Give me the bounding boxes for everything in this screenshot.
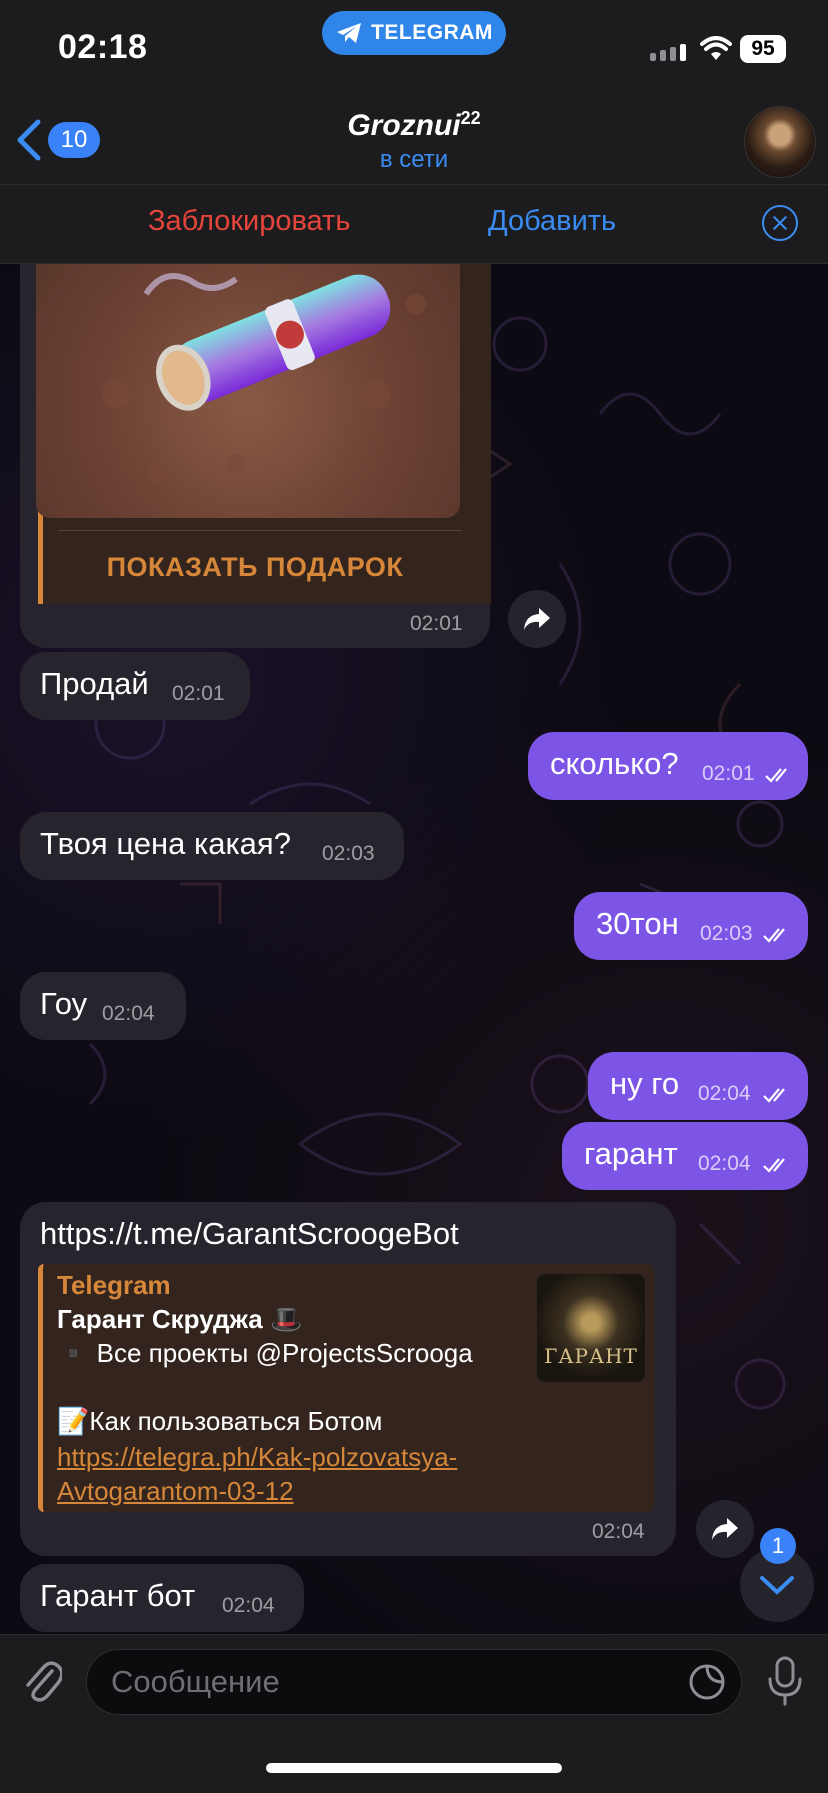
telegram-pill[interactable]: TELEGRAM xyxy=(322,11,506,55)
read-ticks-icon xyxy=(763,1158,785,1173)
contact-action-bar: Заблокировать Добавить xyxy=(0,185,828,264)
close-icon[interactable] xyxy=(762,205,798,241)
message-text: 30тон xyxy=(596,906,679,941)
thumbnail-logo-text: ГАРАНТ xyxy=(544,1344,638,1368)
message-outgoing[interactable]: ну го 02:04 xyxy=(588,1052,808,1120)
message-input[interactable] xyxy=(86,1649,742,1715)
message-text: Гоу xyxy=(40,986,88,1021)
cigar-gift-icon xyxy=(102,273,426,482)
message-outgoing[interactable]: сколько? 02:01 xyxy=(528,732,808,800)
message-time: 02:04 xyxy=(592,1520,645,1543)
message-incoming[interactable]: Гоу 02:04 xyxy=(20,972,186,1040)
sticker-icon[interactable] xyxy=(688,1663,726,1701)
contact-name-sup: 22 xyxy=(460,108,481,128)
message-time: 02:03 xyxy=(322,842,375,865)
add-contact-button[interactable]: Добавить xyxy=(488,205,616,238)
link-message[interactable]: https://t.me/GarantScroogeBot Telegram Г… xyxy=(20,1202,676,1556)
message-text: Гарант бот xyxy=(40,1578,196,1613)
forward-arrow-icon xyxy=(712,1518,738,1540)
forward-button[interactable] xyxy=(696,1500,754,1558)
link-url[interactable]: https://t.me/GarantScroogeBot xyxy=(40,1216,459,1252)
clock: 02:18 xyxy=(58,28,148,66)
message-time: 02:01 xyxy=(702,762,755,785)
preview-title: Гарант Скруджа 🎩 xyxy=(57,1304,303,1334)
read-ticks-icon xyxy=(763,928,785,943)
message-text: сколько? xyxy=(550,746,679,781)
contact-name[interactable]: Groznui22 xyxy=(0,108,828,143)
home-indicator xyxy=(266,1763,562,1773)
message-time: 02:04 xyxy=(698,1082,751,1105)
forward-button[interactable] xyxy=(508,590,566,648)
chevron-down-icon xyxy=(760,1576,794,1595)
chat-header: 10 Groznui22 в сети xyxy=(0,96,828,185)
forward-arrow-icon xyxy=(524,608,550,630)
preview-description-line: 📝Как пользоваться Ботом xyxy=(57,1406,383,1436)
preview-link[interactable]: https://telegra.ph/Kak-polzovatsya-Avtog… xyxy=(57,1440,517,1508)
message-text: Продай xyxy=(40,666,149,701)
contact-status: в сети xyxy=(379,146,449,173)
preview-description-line: ▪️ Все проекты @ProjectsScrooga xyxy=(57,1338,473,1368)
read-ticks-icon xyxy=(763,1088,785,1103)
message-time: 02:04 xyxy=(222,1594,275,1617)
show-gift-button[interactable]: ПОКАЗАТЬ ПОДАРОК xyxy=(40,552,470,583)
status-bar: 02:18 TELEGRAM 95 xyxy=(0,0,828,96)
battery-indicator: 95 xyxy=(740,35,786,63)
message-incoming[interactable]: Гарант бот 02:04 xyxy=(20,1564,304,1632)
gift-image[interactable] xyxy=(36,264,460,518)
telegram-pill-label: TELEGRAM xyxy=(371,21,493,44)
gift-time: 02:01 xyxy=(410,612,463,635)
message-incoming[interactable]: Продай 02:01 xyxy=(20,652,250,720)
read-ticks-icon xyxy=(765,768,787,783)
gift-divider xyxy=(58,530,462,531)
message-time: 02:03 xyxy=(700,922,753,945)
telegram-icon xyxy=(337,23,362,43)
microphone-icon[interactable] xyxy=(764,1655,806,1707)
preview-thumbnail: ГАРАНТ xyxy=(537,1274,645,1382)
message-text: Твоя цена какая? xyxy=(40,826,291,861)
contact-name-text: Groznui xyxy=(347,109,461,142)
message-input-bar xyxy=(0,1634,828,1793)
unread-count-badge: 1 xyxy=(760,1528,796,1564)
message-time: 02:01 xyxy=(172,682,225,705)
message-text: гарант xyxy=(584,1136,678,1171)
link-preview[interactable]: Telegram Гарант Скруджа 🎩 ▪️ Все проекты… xyxy=(38,1264,654,1512)
message-time: 02:04 xyxy=(698,1152,751,1175)
cellular-signal-icon xyxy=(650,44,686,61)
message-outgoing[interactable]: 30тон 02:03 xyxy=(574,892,808,960)
attach-icon[interactable] xyxy=(22,1657,62,1703)
preview-site-name: Telegram xyxy=(57,1270,171,1300)
message-outgoing[interactable]: гарант 02:04 xyxy=(562,1122,808,1190)
block-button[interactable]: Заблокировать xyxy=(148,205,350,238)
contact-avatar[interactable] xyxy=(744,106,816,178)
message-text: ну го xyxy=(610,1066,680,1101)
wifi-icon xyxy=(700,36,732,60)
message-time: 02:04 xyxy=(102,1002,155,1025)
message-incoming[interactable]: Твоя цена какая? 02:03 xyxy=(20,812,404,880)
